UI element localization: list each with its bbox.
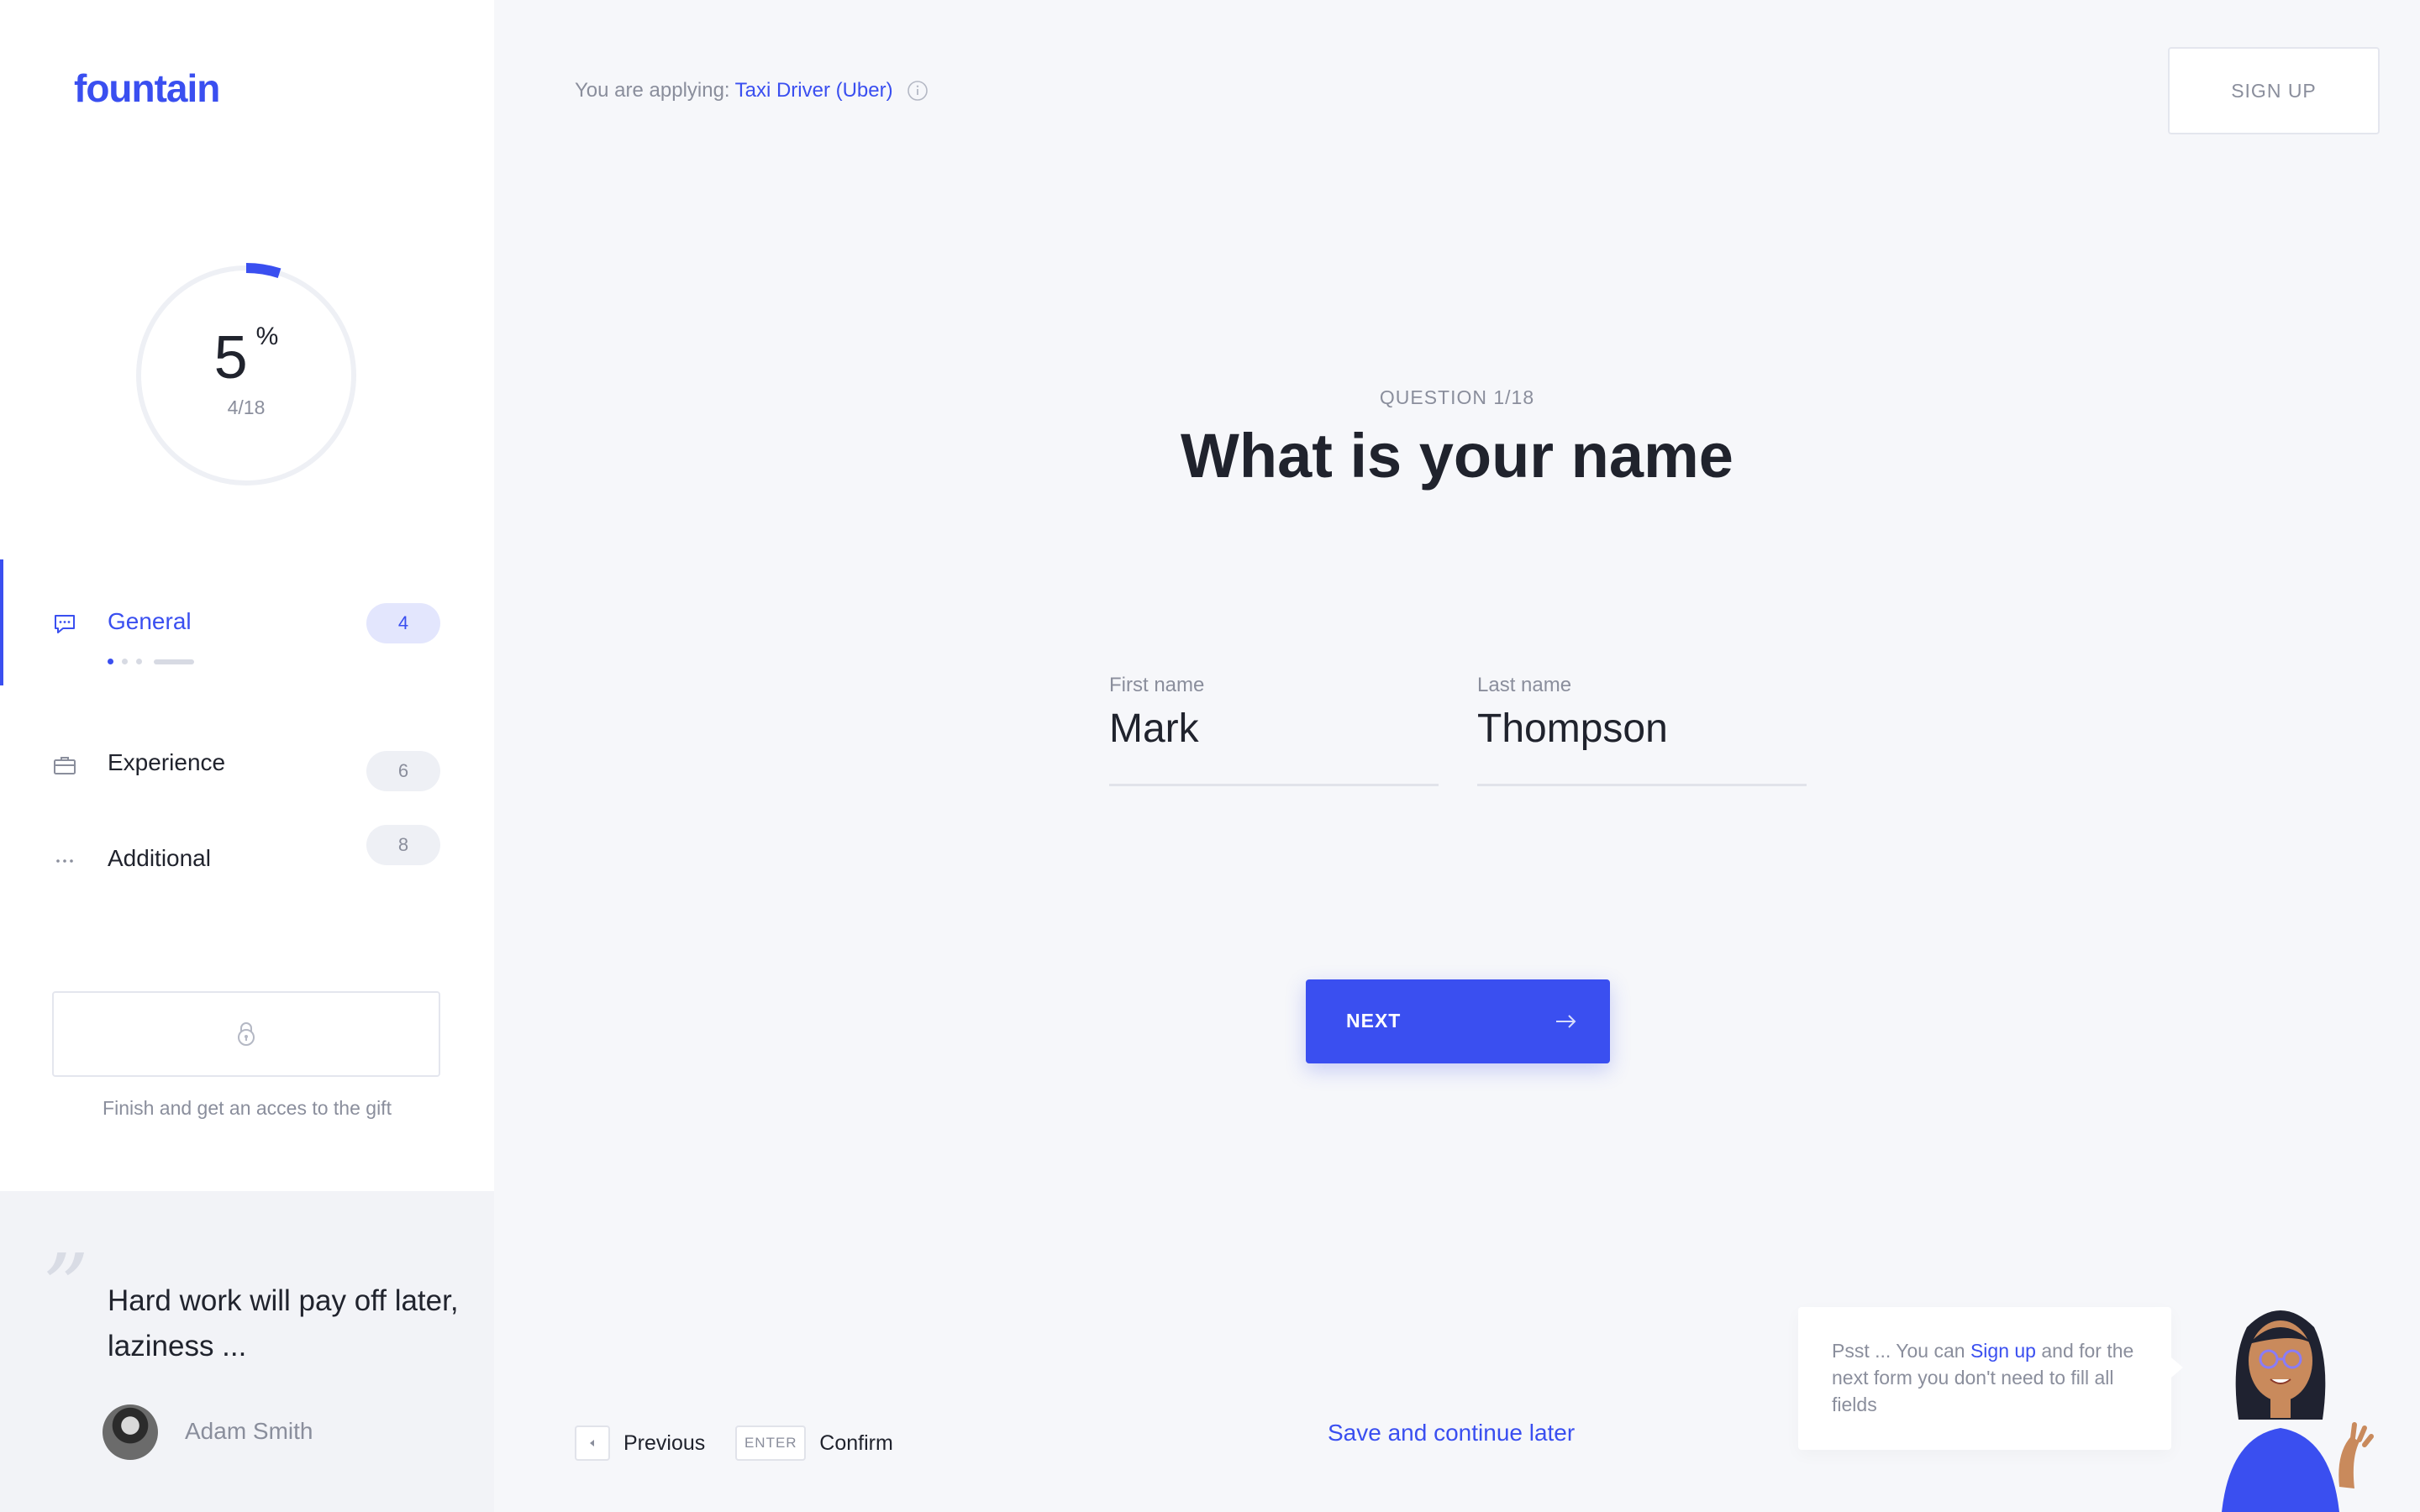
count-badge: 6 [366, 751, 440, 791]
next-button[interactable]: NEXT [1306, 979, 1610, 1063]
sidebar-item-experience[interactable]: Experience 6 [0, 731, 494, 806]
assistant-mascot-illustration [2222, 1310, 2374, 1512]
job-title-link[interactable]: Taxi Driver (Uber) [735, 79, 893, 102]
keyboard-hints: Previous ENTER Confirm [575, 1425, 923, 1462]
last-name-field: Last name [1477, 674, 1807, 786]
progress-dash [154, 659, 194, 664]
quote-panel: ” Hard work will pay off later, laziness… [0, 1191, 494, 1512]
first-name-field: First name [1109, 674, 1439, 786]
signup-button[interactable]: SIGN UP [2168, 47, 2380, 134]
gift-caption: Finish and get an acces to the gift [103, 1097, 392, 1119]
tip-prefix: Psst ... You can [1832, 1340, 1970, 1362]
question-counter: QUESTION 1/18 [1379, 386, 1535, 408]
applying-info: You are applying: Taxi Driver (Uber) [575, 79, 929, 102]
enter-key[interactable]: ENTER [735, 1425, 807, 1461]
signup-tip-bubble: Psst ... You can Sign up and for the nex… [1798, 1307, 2183, 1450]
first-name-input[interactable] [1109, 706, 1439, 752]
sidebar-item-general[interactable]: General 4 [0, 559, 494, 685]
sidebar-item-label: Additional [108, 845, 211, 871]
avatar [103, 1404, 158, 1460]
progress-percent-sign: % [255, 322, 279, 350]
count-badge: 8 [366, 825, 440, 865]
progress-dot [136, 659, 142, 664]
previous-label[interactable]: Previous [623, 1431, 705, 1456]
tip-signup-link[interactable]: Sign up [1970, 1340, 2036, 1362]
fountain-logo[interactable]: fountain [74, 66, 220, 111]
last-name-label: Last name [1477, 674, 1572, 696]
progress-dot [122, 659, 128, 664]
applying-prefix: You are applying: [575, 79, 730, 102]
next-button-label: NEXT [1346, 1010, 1402, 1032]
confirm-label[interactable]: Confirm [819, 1431, 893, 1456]
lock-icon [238, 1022, 255, 1046]
sidebar-item-label: Experience [108, 749, 226, 775]
chat-icon [55, 615, 75, 633]
gift-lock-box[interactable] [52, 991, 440, 1077]
sidebar-item-label: General [108, 608, 192, 634]
previous-key[interactable] [575, 1425, 610, 1461]
last-name-input[interactable] [1477, 706, 1807, 752]
quote-mark-icon: ” [42, 1234, 90, 1341]
count-badge: 4 [366, 603, 440, 643]
first-name-label: First name [1109, 674, 1205, 696]
more-dots-icon [56, 859, 73, 863]
section-progress-dots [108, 659, 194, 664]
save-continue-later-link[interactable]: Save and continue later [1328, 1420, 1575, 1446]
quote-author: Adam Smith [185, 1418, 313, 1444]
progress-percent: 5 [213, 323, 248, 391]
info-icon[interactable] [907, 80, 929, 102]
briefcase-icon [54, 757, 76, 774]
arrow-right-icon [1556, 1015, 1576, 1028]
sidebar-item-additional[interactable]: Additional 8 [0, 825, 494, 902]
progress-dot [108, 659, 113, 664]
caret-left-icon [590, 1440, 594, 1446]
quote-text: Hard work will pay off later, laziness .… [108, 1284, 459, 1362]
question-title: What is your name [1181, 421, 1733, 491]
